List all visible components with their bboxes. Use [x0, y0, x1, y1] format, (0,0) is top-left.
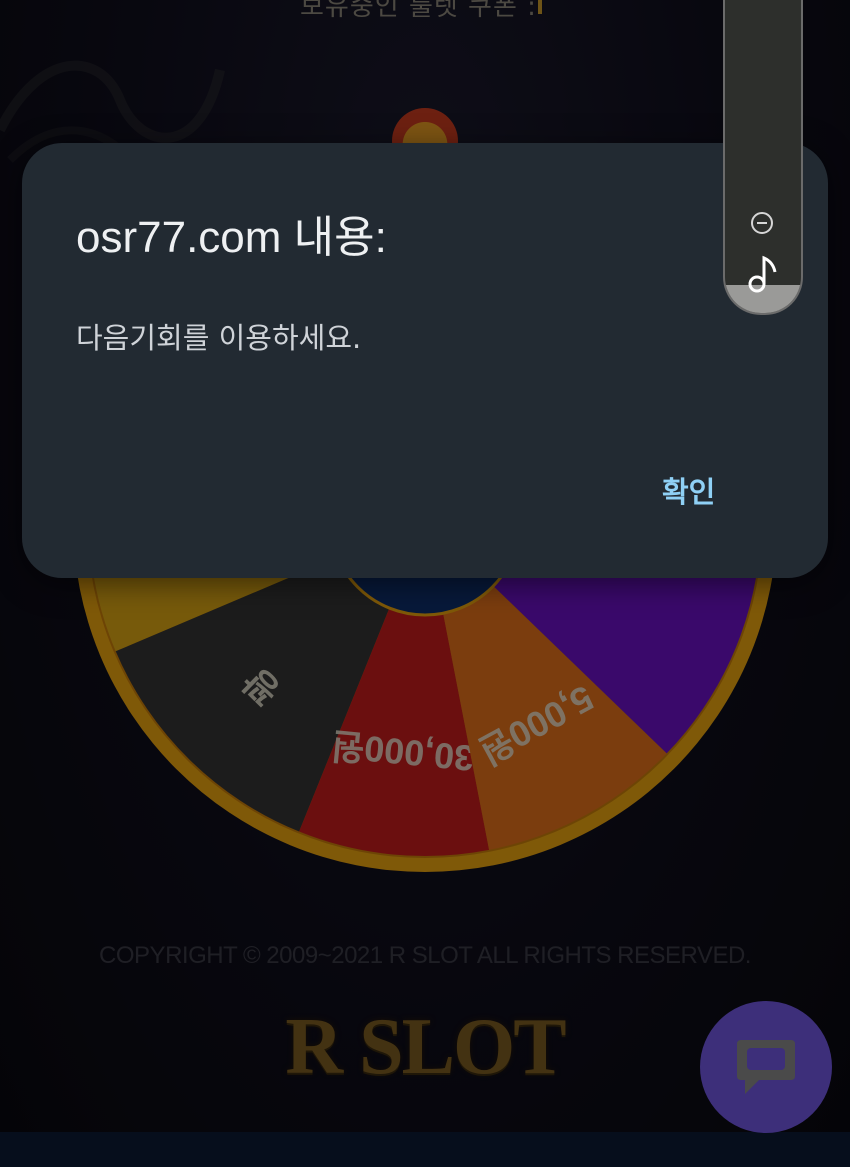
volume-panel[interactable] — [723, 0, 803, 315]
dialog-ok-button[interactable]: 확인 — [654, 465, 723, 515]
dialog-message: 다음기회를 이용하세요. — [76, 321, 362, 355]
minus-circle-icon[interactable] — [749, 210, 775, 236]
music-note-icon[interactable] — [747, 254, 779, 294]
dialog-title: osr77.com 내용: — [76, 213, 387, 262]
chat-button[interactable] — [700, 1001, 832, 1133]
chat-bubble-icon — [737, 1040, 795, 1094]
alert-dialog: osr77.com 내용: 다음기회를 이용하세요. 확인 — [22, 143, 828, 578]
